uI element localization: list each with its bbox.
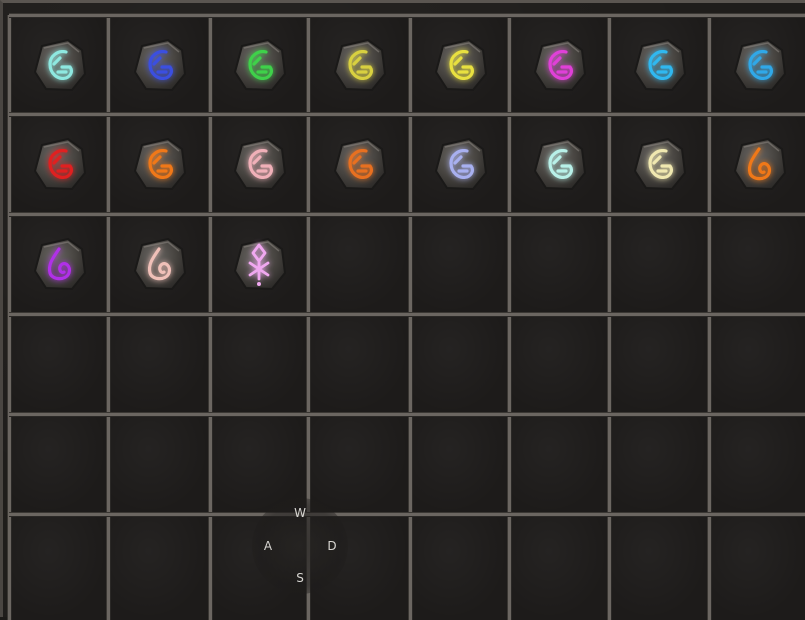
inventory-slot[interactable] [709,514,805,620]
rune-glyph-icon [133,237,187,291]
grid-divider-vertical [608,15,611,620]
key-a-label[interactable]: A [260,539,276,553]
inventory-slot[interactable] [410,214,509,314]
grid-divider-vertical [8,15,11,620]
inventory-slot[interactable] [709,314,805,414]
inventory-slot[interactable] [308,214,410,314]
rune-glyph-icon [333,137,387,191]
inventory-slot[interactable] [9,514,108,620]
inventory-slot[interactable] [308,414,410,514]
rune-glyph-icon [733,38,786,91]
inventory-slot[interactable] [609,414,709,514]
g-rune-blue-icon[interactable] [128,34,190,96]
key-w-label[interactable]: W [292,506,308,520]
grid-divider-horizontal [9,413,805,416]
inventory-slot[interactable] [609,214,709,314]
grid-divider-vertical [107,15,110,620]
flame-rune-orange-icon[interactable] [728,133,790,195]
g-rune-yellow-icon[interactable] [429,34,491,96]
rune-glyph-icon [233,237,287,291]
g-rune-magenta-icon[interactable] [528,34,590,96]
g-rune-lavender-icon[interactable] [429,133,491,195]
inventory-slot[interactable] [609,514,709,620]
rune-glyph-icon [233,38,287,91]
inventory-slot[interactable] [308,314,410,414]
inventory-slot[interactable] [509,414,609,514]
sigil-rune-pink-icon[interactable] [228,233,290,295]
inventory-slot[interactable] [609,314,709,414]
g-rune-cream-icon[interactable] [628,133,690,195]
key-d-label[interactable]: D [324,539,340,553]
flame-rune-purple-icon[interactable] [28,233,90,295]
rune-glyph-icon [633,38,687,91]
g-rune-cyan-icon[interactable] [28,34,90,96]
inventory-slot[interactable] [410,414,509,514]
rune-glyph-icon [133,137,187,191]
rune-glyph-icon [434,137,487,191]
rune-glyph-icon [33,237,86,291]
grid-divider-vertical [508,15,511,620]
inventory-slot[interactable] [108,314,210,414]
inventory-slot[interactable] [709,214,805,314]
rune-glyph-icon [33,137,86,191]
inventory-slot[interactable] [410,514,509,620]
g-rune-green-icon[interactable] [228,34,290,96]
grid-divider-vertical [708,15,711,620]
rune-glyph-icon [133,38,187,91]
g-rune-red-icon[interactable] [28,133,90,195]
grid-divider-horizontal [9,113,805,116]
rune-glyph-icon [533,137,587,191]
rune-glyph-icon [233,137,287,191]
inventory-panel: W A D S [0,0,805,620]
g-rune-olive-icon[interactable] [328,34,390,96]
rune-glyph-icon [733,137,786,191]
inventory-slot[interactable] [410,314,509,414]
inventory-slot[interactable] [9,314,108,414]
inventory-slot[interactable] [108,414,210,514]
key-s-label[interactable]: S [292,571,308,585]
g-rune-pink-icon[interactable] [228,133,290,195]
g-rune-skyblue-icon[interactable] [628,34,690,96]
movement-keys-overlay: W A D S [252,498,348,594]
grid-divider-horizontal [9,14,805,17]
inventory-slot[interactable] [509,314,609,414]
inventory-slot[interactable] [108,514,210,620]
rune-glyph-icon [533,38,587,91]
flame-rune-pale-pink-icon[interactable] [128,233,190,295]
grid-divider-vertical [209,15,212,620]
g-rune-orange-icon[interactable] [128,133,190,195]
grid-divider-vertical [409,15,412,620]
grid-divider-horizontal [9,513,805,516]
g-rune-azure-icon[interactable] [728,34,790,96]
rune-glyph-icon [633,137,687,191]
inventory-slot[interactable] [210,314,308,414]
inventory-slot[interactable] [709,414,805,514]
inventory-grid [8,14,805,620]
inventory-slot[interactable] [509,514,609,620]
grid-divider-horizontal [9,313,805,316]
inventory-slot[interactable] [509,214,609,314]
rune-glyph-icon [333,38,387,91]
inventory-slot[interactable] [9,414,108,514]
rune-glyph-icon [33,38,86,91]
grid-divider-horizontal [9,213,805,216]
rune-glyph-icon [434,38,487,91]
g-rune-amber-icon[interactable] [328,133,390,195]
g-rune-mint-icon[interactable] [528,133,590,195]
